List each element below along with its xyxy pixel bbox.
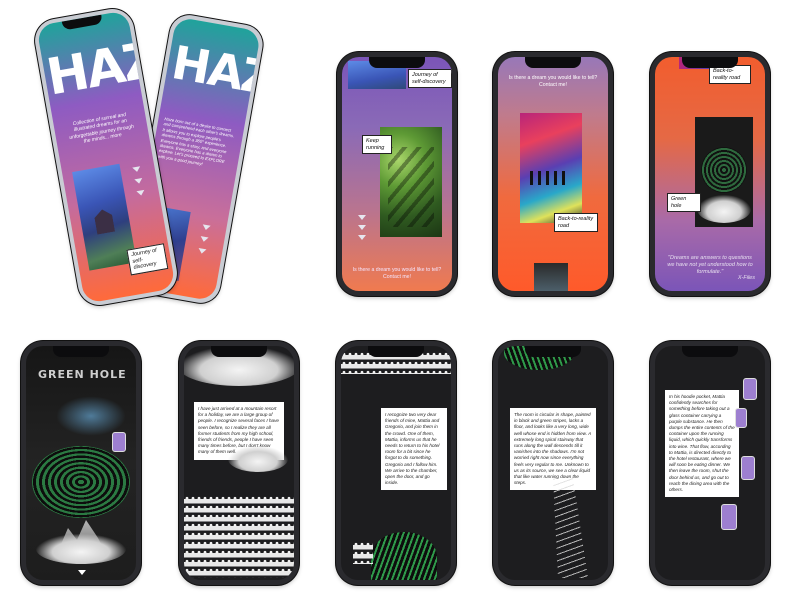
journey-footer[interactable]: Is there a dream you would like to tell?…: [348, 267, 446, 280]
cloud: [697, 195, 751, 223]
phone-title: GREEN HOLE: [21, 341, 141, 585]
triangle-down-icon[interactable]: [78, 570, 86, 575]
triangle-down-icon[interactable]: [199, 236, 209, 243]
phone-story-3: The room is circular in shape, painted i…: [493, 341, 613, 585]
phone-reality: Is there a dream you would like to tell?…: [493, 52, 613, 296]
potion-bottle: [735, 408, 747, 428]
cloud: [228, 446, 288, 472]
story-2-text: I recognize two very dear friends of min…: [381, 408, 447, 491]
vortex: [32, 446, 130, 518]
reality-header[interactable]: Is there a dream you would like to tell?…: [506, 75, 600, 88]
greenhole-image: [695, 117, 753, 227]
green-portal: [371, 532, 437, 580]
house-image: [93, 208, 115, 235]
phone-story-1: I have just arrived at a mountain resort…: [179, 341, 299, 585]
cloud: [36, 534, 126, 564]
journey-caption-top: Journey of self-discovery: [408, 69, 452, 88]
crowd: [184, 496, 294, 578]
phone-story-4: In his hoodie pocket, Mattia confidently…: [650, 341, 770, 585]
story-4-text: In his hoodie pocket, Mattia confidently…: [665, 390, 739, 498]
potion-bottle: [112, 432, 126, 452]
triangle-down-icon[interactable]: [358, 225, 366, 230]
reality-image: [520, 113, 582, 223]
notch: [211, 346, 267, 357]
hero-caption: Journey of self-discovery: [126, 243, 169, 275]
notch: [525, 57, 581, 68]
phone-journey: Journey of self-discovery Keep running I…: [337, 52, 457, 296]
notch: [682, 346, 738, 357]
story-3-text: The room is circular in shape, painted i…: [510, 408, 596, 491]
reality-caption: Back-to-reality road: [554, 213, 598, 232]
hero-back-intro: Haze born out of a desire to connect and…: [157, 116, 235, 167]
journey-caption-mid: Keep running: [362, 135, 392, 154]
greenhole-title: GREEN HOLE: [38, 368, 127, 381]
greenhole-quote: "Dreams are answers to questions we have…: [667, 255, 753, 275]
notch: [369, 57, 425, 68]
figures: [353, 542, 373, 564]
notch: [61, 14, 103, 31]
greenhole-caption-mid: Green hole: [667, 193, 701, 212]
spiral-staircase: [553, 478, 588, 578]
reality-bottom-image: [534, 263, 568, 291]
hero-intro: Collection of surreal and illustrated dr…: [68, 111, 135, 145]
notch: [525, 346, 581, 357]
triangle-down-icon[interactable]: [358, 215, 366, 220]
hero-back-logo: HAZE: [167, 35, 262, 111]
notch: [53, 346, 109, 357]
phone-story-2: I recognize two very dear friends of min…: [336, 341, 456, 585]
potion-bottle: [741, 456, 755, 480]
greenhole-attribution: X-Files: [737, 275, 755, 281]
potion-bottle: [743, 378, 757, 400]
vortex: [701, 147, 747, 193]
water-splash: [56, 396, 126, 436]
potion-bottle: [721, 504, 737, 530]
triangle-down-icon[interactable]: [358, 235, 366, 240]
notch: [682, 57, 738, 68]
phone-greenhole: Back-to-reality road Green hole "Dreams …: [650, 52, 770, 296]
triangle-down-icon[interactable]: [132, 166, 141, 173]
triangle-down-icon[interactable]: [197, 247, 207, 255]
silhouettes: [530, 171, 570, 185]
notch: [368, 346, 424, 357]
triangle-down-icon[interactable]: [136, 189, 146, 197]
triangle-down-icon[interactable]: [201, 224, 211, 231]
runner-silhouettes: [388, 147, 434, 227]
triangle-down-icon[interactable]: [134, 178, 144, 185]
haze-logo: HAZE: [42, 24, 176, 107]
